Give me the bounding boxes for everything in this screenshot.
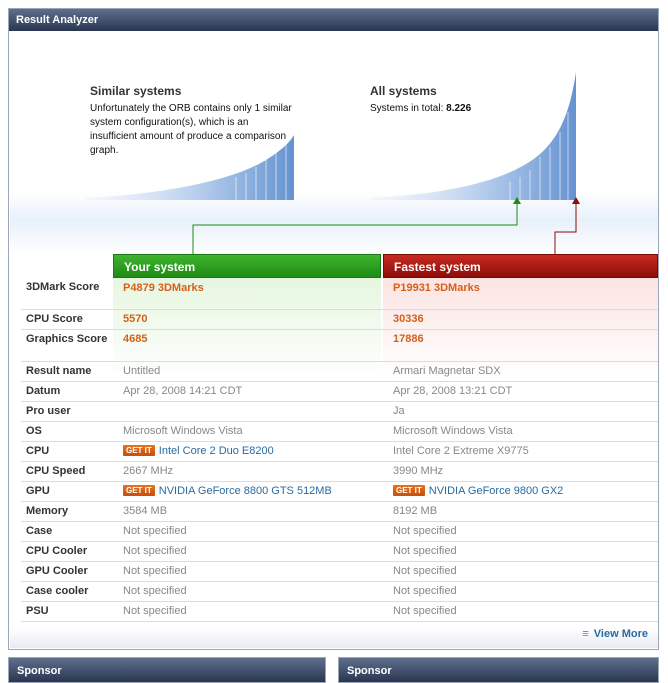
graph-area: Similar systems Unfortunately the ORB co… [10,32,658,254]
list-icon: ≡ [582,628,589,640]
table-row: CPU Speed 2667 MHz 3990 MHz [21,461,658,482]
fastest-cpu-cooler: Not specified [383,541,658,562]
your-result-name: Untitled [113,361,383,382]
fastest-memory: 8192 MB [383,501,658,522]
fastest-cpu: Intel Core 2 Extreme X9775 [383,441,658,462]
table-row: GPU Cooler Not specified Not specified [21,561,658,582]
row-label: Memory [21,501,113,522]
your-memory: 3584 MB [113,501,383,522]
your-case-cooler: Not specified [113,581,383,602]
all-systems-graph [370,72,576,200]
fastest-gpu-cooler: Not specified [383,561,658,582]
fastest-result-name: Armari Magnetar SDX [383,361,658,382]
table-row: Case Not specified Not specified [21,521,658,542]
fastest-cpu-score: 30336 [383,309,658,330]
fastest-gpu-link[interactable]: NVIDIA GeForce 9800 GX2 [429,485,564,497]
row-label: GPU Cooler [21,561,113,582]
fastest-3dmark-score: P19931 3DMarks [383,278,658,310]
your-graphics-score: 4685 [113,329,383,362]
table-row: Case cooler Not specified Not specified [21,581,658,602]
your-cpu-score: 5570 [113,309,383,330]
your-gpu-link[interactable]: NVIDIA GeForce 8800 GTS 512MB [159,485,332,497]
your-gpu-cooler: Not specified [113,561,383,582]
fastest-case-cooler: Not specified [383,581,658,602]
row-label: Datum [21,381,113,402]
similar-systems-graph [86,135,294,200]
row-label: 3DMark Score [21,278,113,310]
row-label: Case cooler [21,581,113,602]
view-more-link[interactable]: ≡ View More [582,628,648,640]
fastest-system-header: Fastest system [383,254,658,278]
fastest-psu: Not specified [383,601,658,622]
get-it-button[interactable]: GET IT [393,484,425,496]
row-label: GPU [21,481,113,502]
get-it-button[interactable]: GET IT [123,444,155,456]
your-cpu-speed: 2667 MHz [113,461,383,482]
result-analyzer-panel: Result Analyzer Similar systems Unfortun… [8,8,659,650]
table-row: CPU Score 5570 30336 [21,309,658,330]
table-row: Memory 3584 MB 8192 MB [21,501,658,522]
your-psu: Not specified [113,601,383,622]
row-label: OS [21,421,113,442]
get-it-button[interactable]: GET IT [123,484,155,496]
fastest-datum: Apr 28, 2008 13:21 CDT [383,381,658,402]
distribution-graphs [86,72,580,254]
row-label: Case [21,521,113,542]
your-cpu: GET IT Intel Core 2 Duo E8200 [113,441,383,462]
your-case: Not specified [113,521,383,542]
table-row: Pro user Ja [21,401,658,422]
table-row: GPU GET IT NVIDIA GeForce 8800 GTS 512MB … [21,481,658,502]
your-os: Microsoft Windows Vista [113,421,383,442]
table-row: CPU GET IT Intel Core 2 Duo E8200 Intel C… [21,441,658,462]
fastest-case: Not specified [383,521,658,542]
your-system-header: Your system [113,254,381,278]
fastest-system-marker-line [554,202,577,254]
sponsor-header-left: Sponsor [8,657,326,683]
your-datum: Apr 28, 2008 14:21 CDT [113,381,383,402]
table-row: Datum Apr 28, 2008 14:21 CDT Apr 28, 200… [21,381,658,402]
row-label: Pro user [21,401,113,422]
table-row: CPU Cooler Not specified Not specified [21,541,658,562]
table-row: OS Microsoft Windows Vista Microsoft Win… [21,421,658,442]
view-more-label: View More [593,628,648,640]
your-gpu: GET IT NVIDIA GeForce 8800 GTS 512MB [113,481,383,502]
fastest-gpu: GET IT NVIDIA GeForce 9800 GX2 [383,481,658,502]
table-row: 3DMark Score P4879 3DMarks P19931 3DMark… [21,278,658,310]
row-label: Graphics Score [21,329,113,362]
fastest-graphics-score: 17886 [383,329,658,362]
fastest-os: Microsoft Windows Vista [383,421,658,442]
panel-footer [10,628,658,648]
row-label: CPU [21,441,113,462]
row-label: CPU Speed [21,461,113,482]
your-pro-user [113,401,383,422]
sponsor-header-right: Sponsor [338,657,659,683]
table-row: Graphics Score 4685 17886 [21,329,658,362]
row-label: CPU Score [21,309,113,330]
fastest-cpu-speed: 3990 MHz [383,461,658,482]
comparison-rows: 3DMark Score P4879 3DMarks P19931 3DMark… [21,278,658,622]
your-3dmark-score: P4879 3DMarks [113,278,383,310]
your-system-marker-line [192,202,518,254]
your-cpu-cooler: Not specified [113,541,383,562]
table-row: Result name Untitled Armari Magnetar SDX [21,361,658,382]
row-label: CPU Cooler [21,541,113,562]
row-label: PSU [21,601,113,622]
panel-title: Result Analyzer [9,9,658,31]
your-cpu-link[interactable]: Intel Core 2 Duo E8200 [159,445,274,457]
row-label: Result name [21,361,113,382]
table-row: PSU Not specified Not specified [21,601,658,622]
fastest-pro-user: Ja [383,401,658,422]
